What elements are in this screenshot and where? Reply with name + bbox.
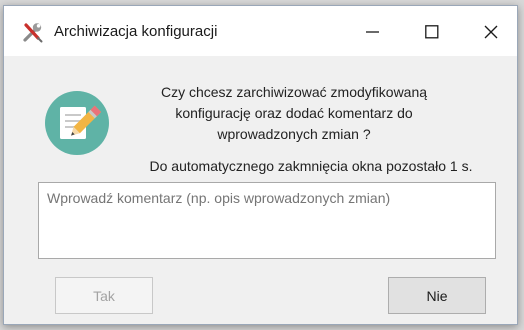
maximize-icon [425, 25, 439, 39]
message-line: konfigurację oraz dodać komentarz do [175, 105, 413, 121]
yes-button-label: Tak [93, 287, 115, 304]
window-title: Archiwizacja konfiguracji [54, 23, 218, 40]
archive-dialog: Archiwizacja konfiguracji Czy chcesz zar… [3, 5, 518, 325]
message-line: wprowadzonych zmian ? [217, 126, 371, 142]
minimize-icon [366, 31, 379, 33]
no-button[interactable]: Nie [388, 277, 486, 314]
close-button[interactable] [468, 6, 514, 56]
edit-note-icon [45, 91, 109, 155]
confirmation-message: Czy chcesz zarchiwizować zmodyfikowaną k… [124, 82, 464, 145]
minimize-button[interactable] [350, 6, 396, 56]
no-button-label: Nie [426, 287, 448, 304]
auto-close-countdown: Do automatycznego zakmnięcia okna pozost… [149, 158, 473, 174]
close-icon [484, 25, 498, 39]
message-line: Czy chcesz zarchiwizować zmodyfikowaną [160, 84, 428, 100]
title-bar[interactable]: Archiwizacja konfiguracji [4, 6, 517, 56]
maximize-button[interactable] [409, 6, 455, 56]
yes-button[interactable]: Tak [55, 277, 153, 314]
tools-icon [23, 23, 43, 43]
comment-input[interactable] [38, 182, 496, 259]
